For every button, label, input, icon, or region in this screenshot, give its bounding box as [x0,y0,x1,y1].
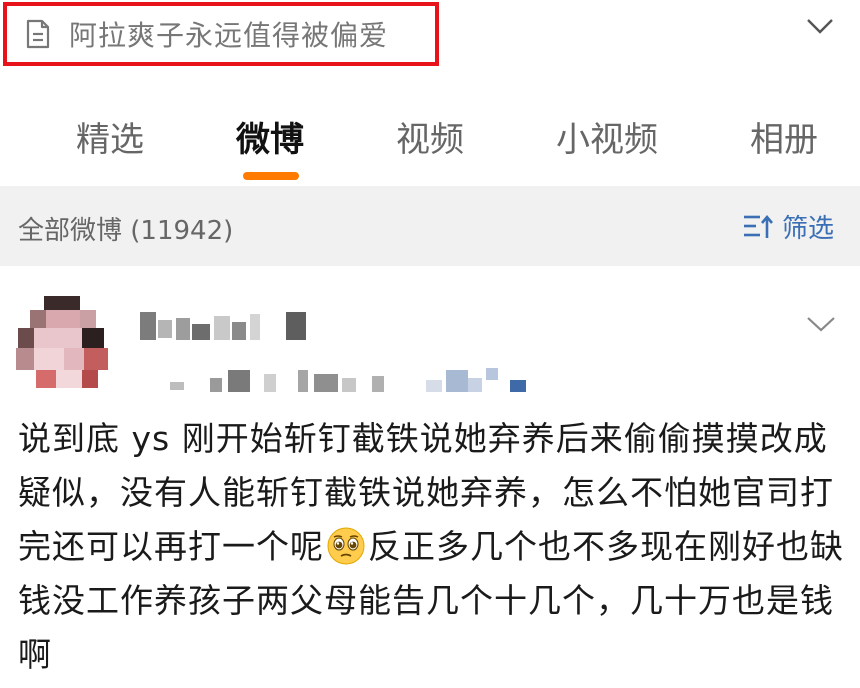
sort-filter-icon [744,214,773,238]
pleading-face-icon [327,527,365,565]
profile-tabs: 精选 微博 视频 小视频 相册 [0,100,860,186]
active-tab-indicator [243,172,299,180]
chevron-down-icon[interactable] [806,16,834,36]
filter-button[interactable]: 筛选 [742,208,834,244]
document-icon [26,19,50,49]
tab-weibo[interactable]: 微博 [236,112,304,161]
filter-button-label: 筛选 [782,213,835,244]
avatar[interactable] [14,296,114,392]
page-title: 阿拉爽子永远值得被偏爱 [69,19,389,52]
tab-short-video[interactable]: 小视频 [556,112,658,161]
post-body: 说到底 ys 刚开始斩钉截铁说她弃养后来偷偷摸摸改成疑似，没有人能斩钉截铁说她弃… [18,412,848,682]
page-title-box[interactable]: 阿拉爽子永远值得被偏爱 [3,2,439,66]
filter-bar: 全部微博 (11942) 筛选 [0,186,860,266]
username-blurred[interactable] [140,306,320,346]
tab-video[interactable]: 视频 [396,112,464,161]
post-meta-blurred [170,368,526,392]
top-bar: 阿拉爽子永远值得被偏爱 [0,0,860,72]
weibo-post: 说到底 ys 刚开始斩钉截铁说她弃养后来偷偷摸摸改成疑似，没有人能斩钉截铁说她弃… [0,266,860,688]
tab-featured[interactable]: 精选 [76,112,144,161]
post-count-label: 全部微博 (11942) [18,216,234,246]
tab-album[interactable]: 相册 [750,112,818,161]
chevron-down-icon[interactable] [806,314,836,334]
